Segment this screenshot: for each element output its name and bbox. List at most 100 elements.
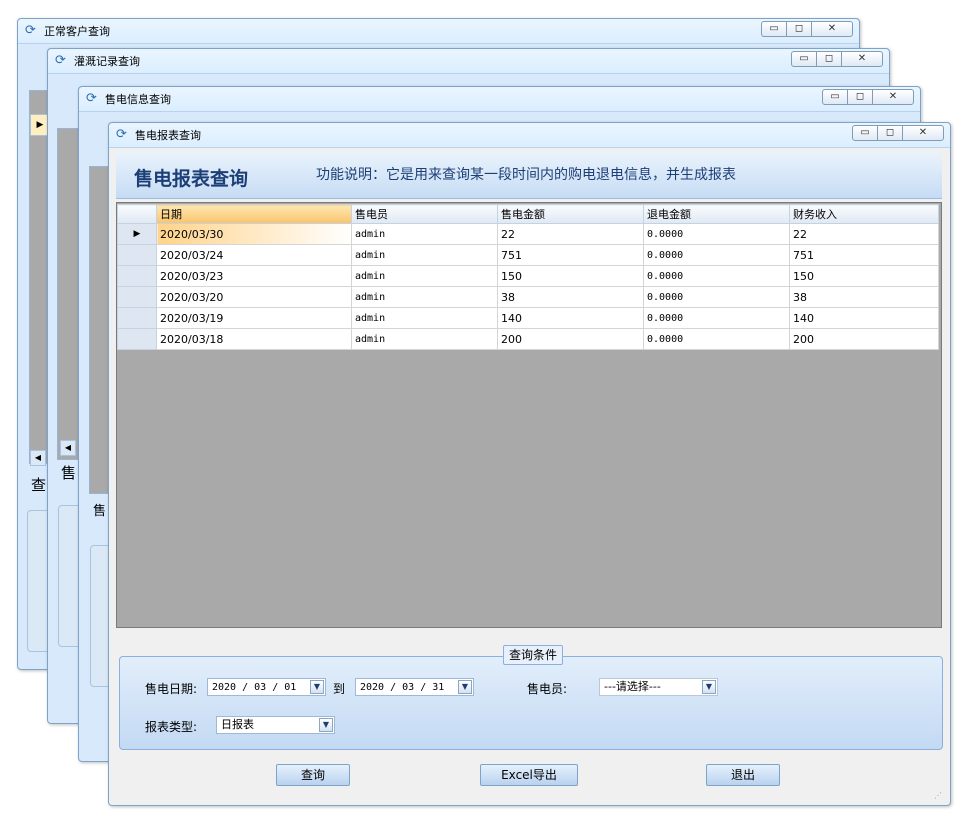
cell-finance-income[interactable]: 751 — [789, 244, 939, 266]
cell-date[interactable]: 2020/03/23 — [156, 265, 352, 287]
table-row[interactable]: 2020/03/23 admin 150 0.0000 150 — [117, 265, 939, 287]
refresh-icon: ⟳ — [55, 53, 66, 68]
column-header-date[interactable]: 日期 — [156, 204, 352, 224]
maximize-button[interactable]: ◻ — [877, 125, 903, 141]
report-type-select[interactable]: 日报表 ▼ — [216, 716, 335, 734]
maximize-button[interactable]: ◻ — [847, 89, 873, 105]
cell-refund-amount[interactable]: 0.0000 — [643, 307, 790, 329]
seller-label: 售电员: — [527, 682, 568, 696]
cell-seller[interactable]: admin — [351, 265, 498, 287]
query-button[interactable]: 查询 — [276, 764, 350, 786]
table-row[interactable]: 2020/03/20 admin 38 0.0000 38 — [117, 286, 939, 308]
sales-report-query-titlebar[interactable]: ⟳ 售电报表查询 ▭ ◻ ✕ — [109, 123, 950, 148]
date-from-value: 2020 / 03 / 01 — [212, 682, 297, 693]
cell-finance-income[interactable]: 140 — [789, 307, 939, 329]
minimize-button[interactable]: ▭ — [852, 125, 878, 141]
resize-grip-icon[interactable]: ⋰ — [934, 791, 944, 801]
cell-sale-amount[interactable]: 38 — [497, 286, 644, 308]
column-header-seller[interactable]: 售电员 — [351, 204, 498, 224]
chevron-down-icon[interactable]: ▼ — [310, 680, 324, 694]
refresh-icon: ⟳ — [116, 127, 127, 142]
customer-query-titlebar[interactable]: ⟳ 正常客户查询 ▭ ◻ ✕ — [18, 19, 859, 44]
customer-partial-label: 查 — [31, 476, 47, 494]
close-button[interactable]: ✕ — [902, 125, 944, 141]
cell-refund-amount[interactable]: 0.0000 — [643, 244, 790, 266]
row-header[interactable] — [117, 286, 157, 308]
cell-finance-income[interactable]: 150 — [789, 265, 939, 287]
cell-seller[interactable]: admin — [351, 328, 498, 350]
minimize-button[interactable]: ▭ — [761, 21, 787, 37]
exit-button[interactable]: 退出 — [706, 764, 780, 786]
maximize-button[interactable]: ◻ — [786, 21, 812, 37]
current-row-indicator-icon[interactable]: ▶ — [117, 223, 157, 245]
excel-export-button[interactable]: Excel导出 — [480, 764, 578, 786]
chevron-down-icon[interactable]: ▼ — [319, 718, 333, 732]
query-criteria-group — [119, 656, 943, 750]
seller-select[interactable]: ---请选择--- ▼ — [599, 678, 718, 696]
refresh-icon: ⟳ — [86, 91, 97, 106]
cell-date[interactable]: 2020/03/20 — [156, 286, 352, 308]
grid-header-row: 日期 售电员 售电金额 退电金额 财务收入 — [117, 204, 939, 224]
row-header[interactable] — [117, 328, 157, 350]
query-criteria-title: 查询条件 — [503, 645, 563, 665]
table-row[interactable]: 2020/03/24 admin 751 0.0000 751 — [117, 244, 939, 266]
cell-finance-income[interactable]: 22 — [789, 223, 939, 245]
cell-refund-amount[interactable]: 0.0000 — [643, 328, 790, 350]
cell-finance-income[interactable]: 200 — [789, 328, 939, 350]
cell-refund-amount[interactable]: 0.0000 — [643, 223, 790, 245]
cell-seller[interactable]: admin — [351, 286, 498, 308]
table-row[interactable]: ▶ 2020/03/30 admin 22 0.0000 22 — [117, 223, 939, 245]
minimize-button[interactable]: ▭ — [791, 51, 817, 67]
feature-description: 功能说明：它是用来查询某一段时间内的购电退电信息，并生成报表 — [316, 167, 736, 183]
to-label: 到 — [333, 682, 346, 696]
select-all-corner[interactable] — [117, 204, 157, 224]
window-title: 售电信息查询 — [105, 93, 171, 106]
report-header: 售电报表查询 功能说明：它是用来查询某一段时间内的购电退电信息，并生成报表 — [116, 152, 942, 199]
cell-sale-amount[interactable]: 150 — [497, 265, 644, 287]
row-header[interactable] — [117, 265, 157, 287]
chevron-down-icon[interactable]: ▼ — [458, 680, 472, 694]
close-button[interactable]: ✕ — [841, 51, 883, 67]
maximize-button[interactable]: ◻ — [816, 51, 842, 67]
refresh-icon: ⟳ — [25, 23, 36, 38]
cell-seller[interactable]: admin — [351, 244, 498, 266]
table-row[interactable]: 2020/03/18 admin 200 0.0000 200 — [117, 328, 939, 350]
row-header[interactable] — [117, 244, 157, 266]
irrigation-query-titlebar[interactable]: ⟳ 灌溉记录查询 ▭ ◻ ✕ — [48, 49, 889, 74]
cell-finance-income[interactable]: 38 — [789, 286, 939, 308]
sales-info-query-titlebar[interactable]: ⟳ 售电信息查询 ▭ ◻ ✕ — [79, 87, 920, 112]
seller-select-value: ---请选择--- — [604, 680, 661, 693]
date-to-picker[interactable]: 2020 / 03 / 31 ▼ — [355, 678, 474, 696]
cell-sale-amount[interactable]: 751 — [497, 244, 644, 266]
date-from-picker[interactable]: 2020 / 03 / 01 ▼ — [207, 678, 326, 696]
sales-report-grid[interactable]: 日期 售电员 售电金额 退电金额 财务收入 ▶ 2020/03/30 admin… — [117, 204, 939, 350]
cell-refund-amount[interactable]: 0.0000 — [643, 265, 790, 287]
sale-date-label: 售电日期: — [145, 682, 198, 696]
cell-sale-amount[interactable]: 140 — [497, 307, 644, 329]
cell-seller[interactable]: admin — [351, 223, 498, 245]
column-header-finance-income[interactable]: 财务收入 — [789, 204, 939, 224]
cell-date[interactable]: 2020/03/19 — [156, 307, 352, 329]
report-type-label: 报表类型: — [145, 720, 198, 734]
scroll-left-button[interactable]: ◀ — [60, 440, 76, 456]
sales-info-partial-label: 售 — [93, 504, 107, 519]
column-header-sale-amount[interactable]: 售电金额 — [497, 204, 644, 224]
close-button[interactable]: ✕ — [872, 89, 914, 105]
cell-date[interactable]: 2020/03/18 — [156, 328, 352, 350]
scroll-left-button[interactable]: ◀ — [30, 450, 46, 466]
cell-seller[interactable]: admin — [351, 307, 498, 329]
cell-date[interactable]: 2020/03/30 — [156, 223, 352, 245]
cell-date[interactable]: 2020/03/24 — [156, 244, 352, 266]
cell-sale-amount[interactable]: 22 — [497, 223, 644, 245]
cell-refund-amount[interactable]: 0.0000 — [643, 286, 790, 308]
close-button[interactable]: ✕ — [811, 21, 853, 37]
minimize-button[interactable]: ▭ — [822, 89, 848, 105]
column-header-refund-amount[interactable]: 退电金额 — [643, 204, 790, 224]
window-title: 正常客户查询 — [44, 25, 110, 38]
chevron-down-icon[interactable]: ▼ — [702, 680, 716, 694]
date-to-value: 2020 / 03 / 31 — [360, 682, 445, 693]
table-row[interactable]: 2020/03/19 admin 140 0.0000 140 — [117, 307, 939, 329]
row-header[interactable] — [117, 307, 157, 329]
window-title: 售电报表查询 — [135, 129, 201, 142]
cell-sale-amount[interactable]: 200 — [497, 328, 644, 350]
